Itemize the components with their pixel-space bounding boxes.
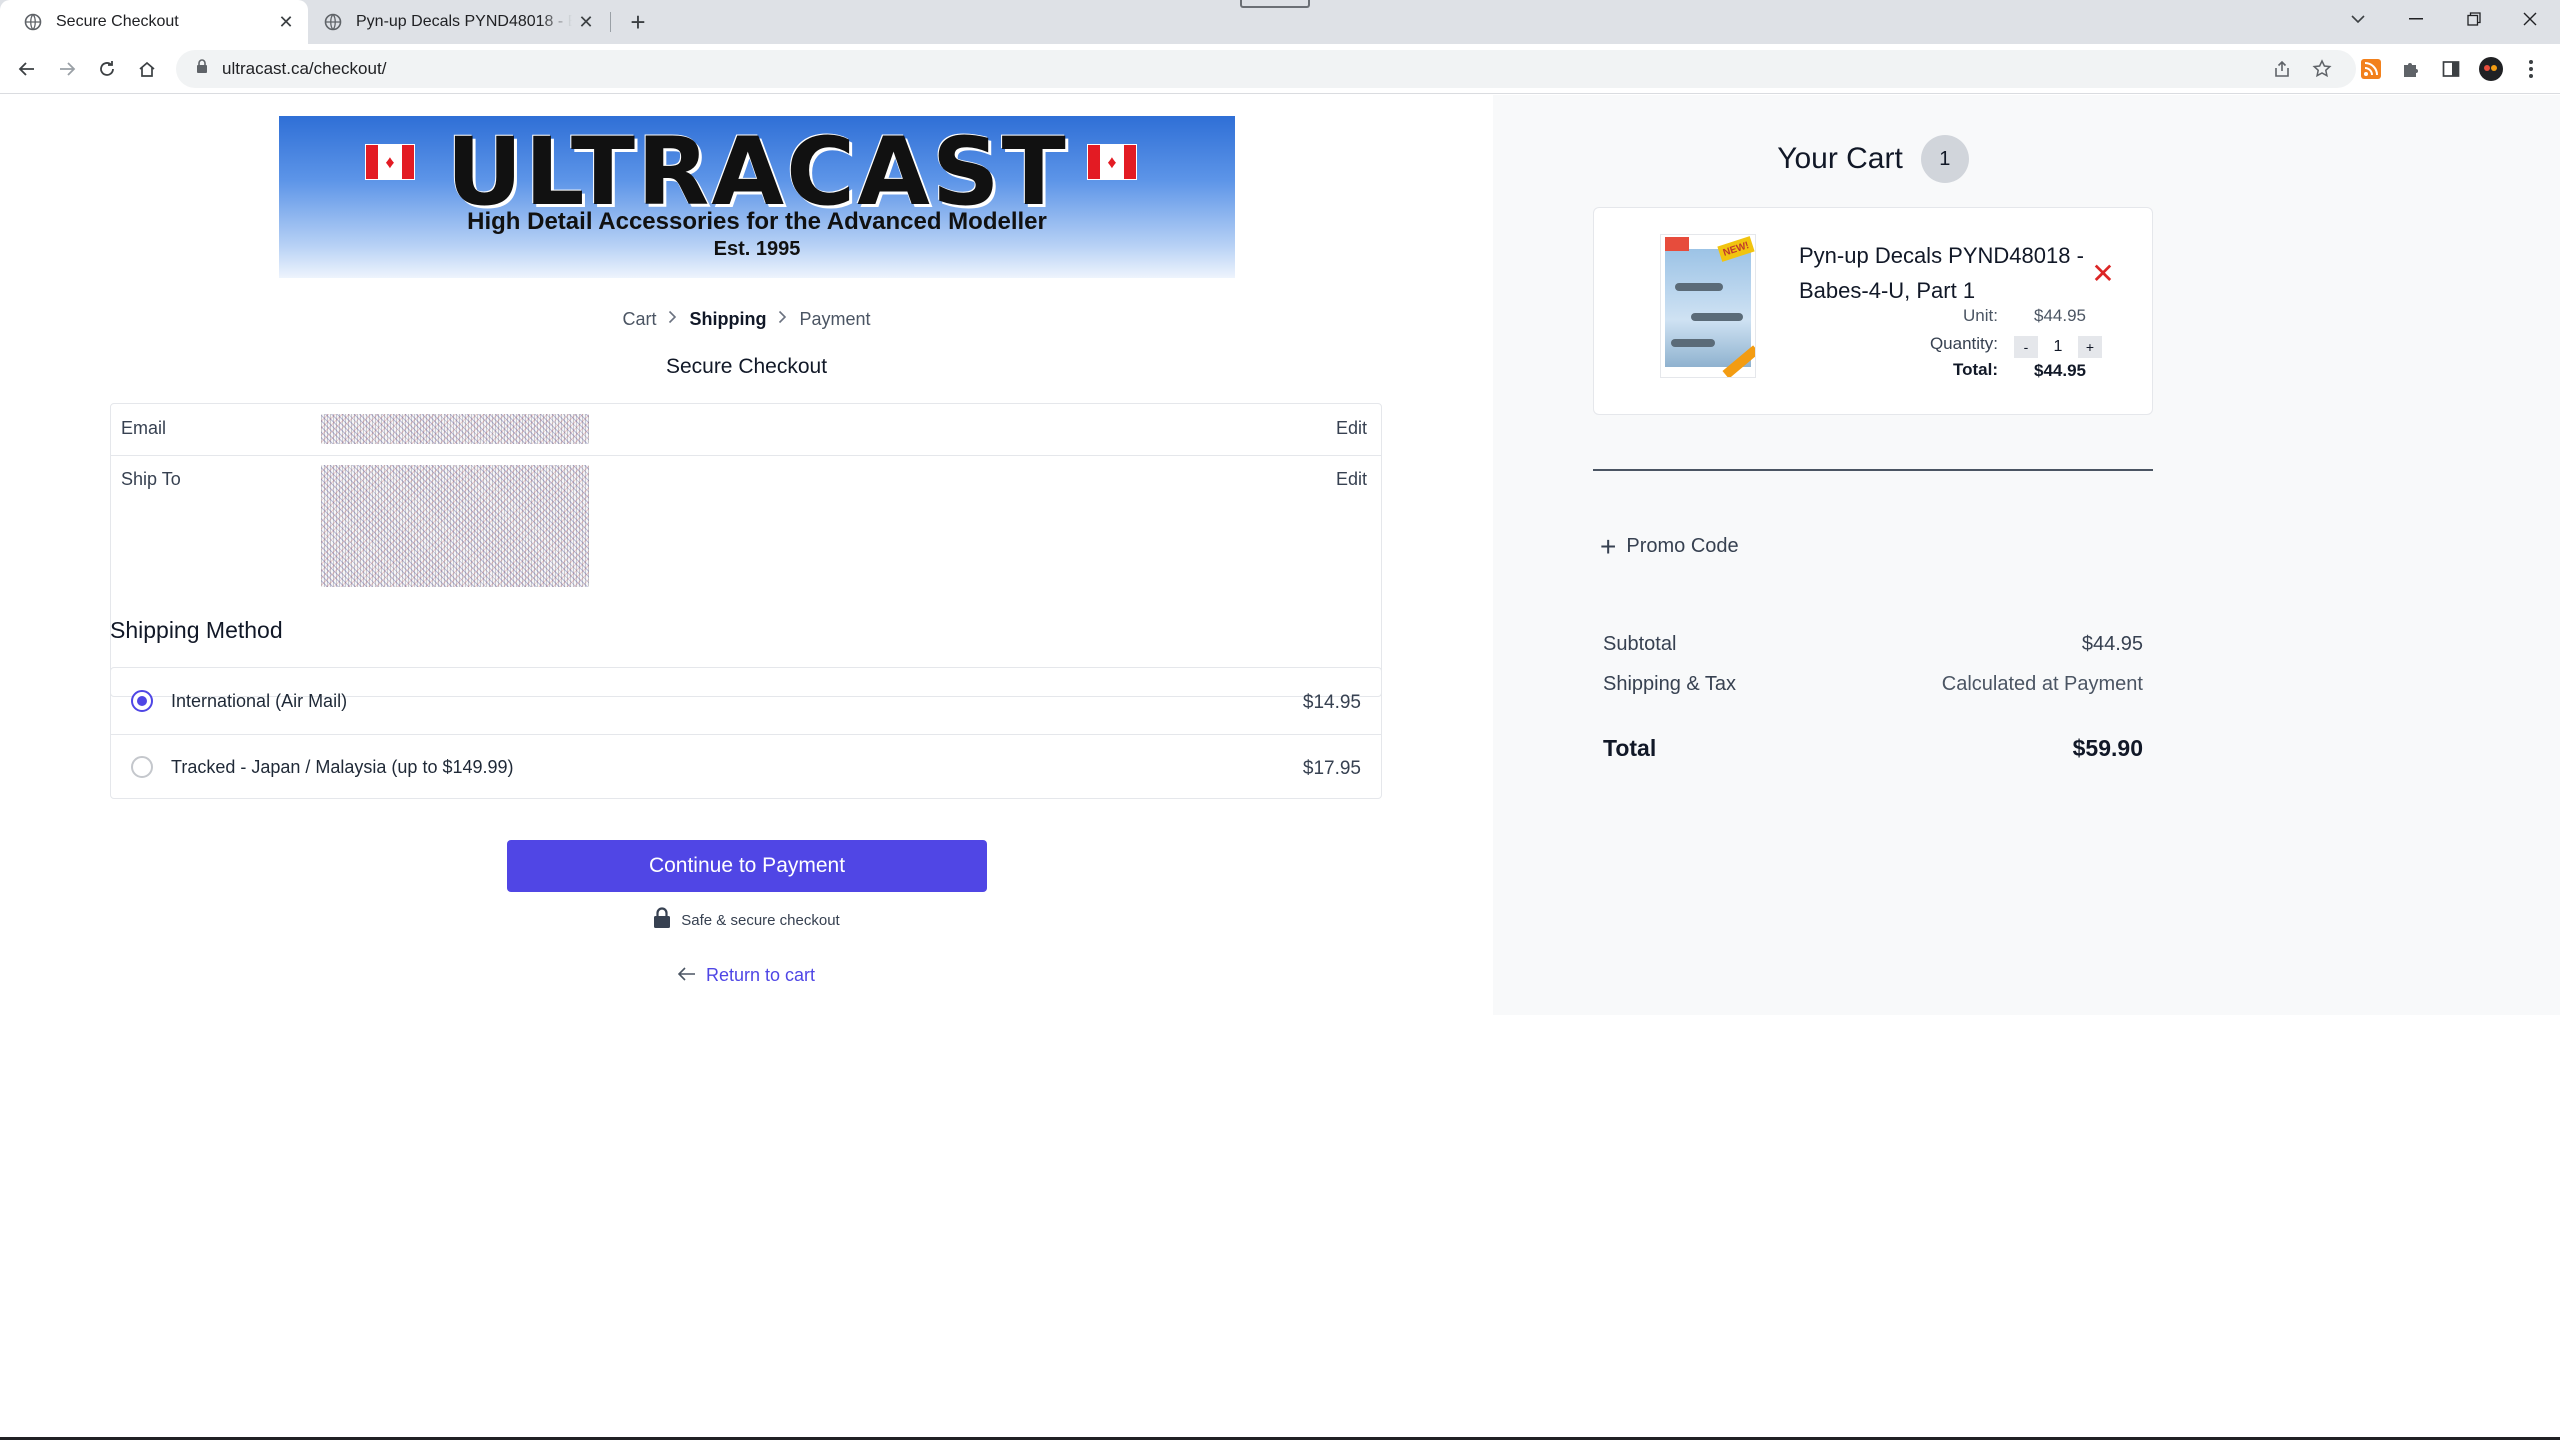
remove-item-close-icon[interactable]: ✕ [2088,258,2118,289]
shipping-tax-value: Calculated at Payment [1941,673,2143,695]
shipping-option-name: International (Air Mail) [171,691,348,711]
shipping-tax-row: Shipping & Tax Calculated at Payment [1603,673,2143,696]
ultracast-banner[interactable]: ♦ ♦ ULTRACAST High Detail Accessories fo… [279,116,1235,278]
cart-title: Your Cart [1777,142,1903,175]
cart-item: NEW! Pyn-up Decals PYND48018 - Babes-4-U… [1593,207,2153,415]
globe-icon [324,13,342,31]
tab-label: Secure Checkout [56,13,179,30]
tab-secure-checkout[interactable]: Secure Checkout ✕ [0,0,308,44]
promo-code-toggle[interactable]: + Promo Code [1600,530,1739,562]
product-thumbnail[interactable]: NEW! [1660,234,1756,378]
padlock-icon [653,907,671,933]
unit-label: Unit: [1963,306,1998,325]
tab-separator [610,12,611,32]
ship-to-row: Ship To Edit [111,455,1381,605]
breadcrumb-shipping: Shipping [689,309,767,329]
secure-checkout-note: Safe & secure checkout [0,907,1493,933]
item-total-label: Total: [1952,360,1998,379]
total-label: Total [1603,735,1657,761]
subtotal-label: Subtotal [1603,633,1677,655]
url-text: ultracast.ca/checkout/ [222,59,387,78]
subtotal-row: Subtotal $44.95 [1603,633,2143,656]
tab-label: Pyn-up Decals PYND48018 - Babes [356,13,572,30]
globe-icon [24,13,42,31]
back-arrow-icon[interactable] [10,52,44,86]
edit-ship-to-link[interactable]: Edit [1336,469,1367,490]
cart-header: Your Cart 1 [1493,135,2253,183]
brand-tagline: High Detail Accessories for the Advanced… [467,208,1047,235]
new-tab-plus-icon[interactable]: + [622,6,654,38]
address-bar[interactable]: ultracast.ca/checkout/ [176,50,2356,88]
close-window-icon[interactable] [2502,0,2558,38]
cart-count-badge: 1 [1920,135,1969,183]
forward-arrow-icon[interactable] [50,52,84,86]
quantity-decrease-button[interactable]: - [2014,336,2038,358]
shipping-options: International (Air Mail) $14.95 Tracked … [110,667,1382,799]
brand-established: Est. 1995 [713,238,801,260]
return-to-cart-text: Return to cart [705,965,816,985]
tab-search-chevron-icon[interactable] [2330,0,2386,38]
extensions-puzzle-icon[interactable] [2398,56,2424,82]
shipping-option-name: Tracked - Japan / Malaysia (up to $149.9… [171,757,514,777]
quantity-value[interactable]: 1 [2042,336,2074,358]
checkout-page: ♦ ♦ ULTRACAST High Detail Accessories fo… [0,95,2560,1440]
secure-note-text: Safe & secure checkout [681,911,840,929]
shipping-option-price: $14.95 [1302,692,1361,713]
shipping-option-international[interactable]: International (Air Mail) $14.95 [111,668,1381,734]
side-panel-icon[interactable] [2438,56,2464,82]
plus-icon: + [1600,530,1617,562]
contact-summary: Email Edit Ship To Edit [110,403,1382,697]
breadcrumb-payment: Payment [799,309,871,329]
unit-price: $44.95 [2034,306,2086,325]
total-value: $59.90 [2072,735,2143,761]
order-total-row: Total $59.90 [1603,735,2143,762]
page-title: Secure Checkout [665,355,828,378]
chevron-right-icon [668,310,677,329]
restore-icon[interactable] [2446,0,2502,38]
tab-close-icon[interactable]: ✕ [272,8,300,36]
chevron-right-icon [778,310,787,329]
arrow-left-icon [677,965,696,986]
tab-close-icon[interactable]: ✕ [572,8,600,36]
share-icon[interactable] [2265,52,2299,86]
edit-email-link[interactable]: Edit [1336,418,1367,439]
rss-extension-icon[interactable] [2358,56,2384,82]
shipping-option-tracked[interactable]: Tracked - Japan / Malaysia (up to $149.9… [111,734,1381,800]
email-value-redacted [321,414,589,444]
radio-selected[interactable] [131,690,153,712]
radio-unselected[interactable] [131,756,153,778]
quantity-label: Quantity: [1929,334,1998,353]
browser-tabstrip: Secure Checkout ✕ Pyn-up Decals PYND4801… [0,0,2560,44]
quantity-increase-button[interactable]: + [2078,336,2102,358]
cart-item-name[interactable]: Pyn-up Decals PYND48018 - Babes-4-U, Par… [1799,238,2099,308]
minimize-icon[interactable] [2388,0,2444,38]
cart-divider [1593,469,2153,471]
ship-to-label: Ship To [121,469,181,489]
window-drag-handle[interactable] [1240,0,1310,8]
profile-avatar[interactable] [2478,56,2504,82]
quantity-stepper: - 1 + [2014,336,2102,358]
shipping-option-price: $17.95 [1302,758,1361,779]
breadcrumb-cart[interactable]: Cart [622,309,656,330]
browser-toolbar: ultracast.ca/checkout/ [0,44,2560,94]
lock-icon[interactable] [196,59,208,79]
home-icon[interactable] [130,52,164,86]
browser-menu-icon[interactable] [2518,56,2544,82]
email-label: Email [121,418,167,438]
subtotal-value: $44.95 [2081,633,2143,655]
continue-to-payment-button[interactable]: Continue to Payment [507,840,987,892]
return-to-cart-link[interactable]: Return to cart [0,965,1493,986]
tab-product-page[interactable]: Pyn-up Decals PYND48018 - Babes ✕ [312,0,608,44]
shipping-tax-label: Shipping & Tax [1603,673,1737,695]
breadcrumb: Cart Shipping Payment [0,309,1493,330]
ship-to-address-redacted [321,465,589,587]
shipping-method-heading: Shipping Method [110,617,283,643]
item-total: $44.95 [2034,361,2086,380]
email-row: Email Edit [111,404,1381,455]
reload-icon[interactable] [90,52,124,86]
promo-code-label: Promo Code [1626,535,1739,557]
bookmark-star-icon[interactable] [2305,52,2339,86]
